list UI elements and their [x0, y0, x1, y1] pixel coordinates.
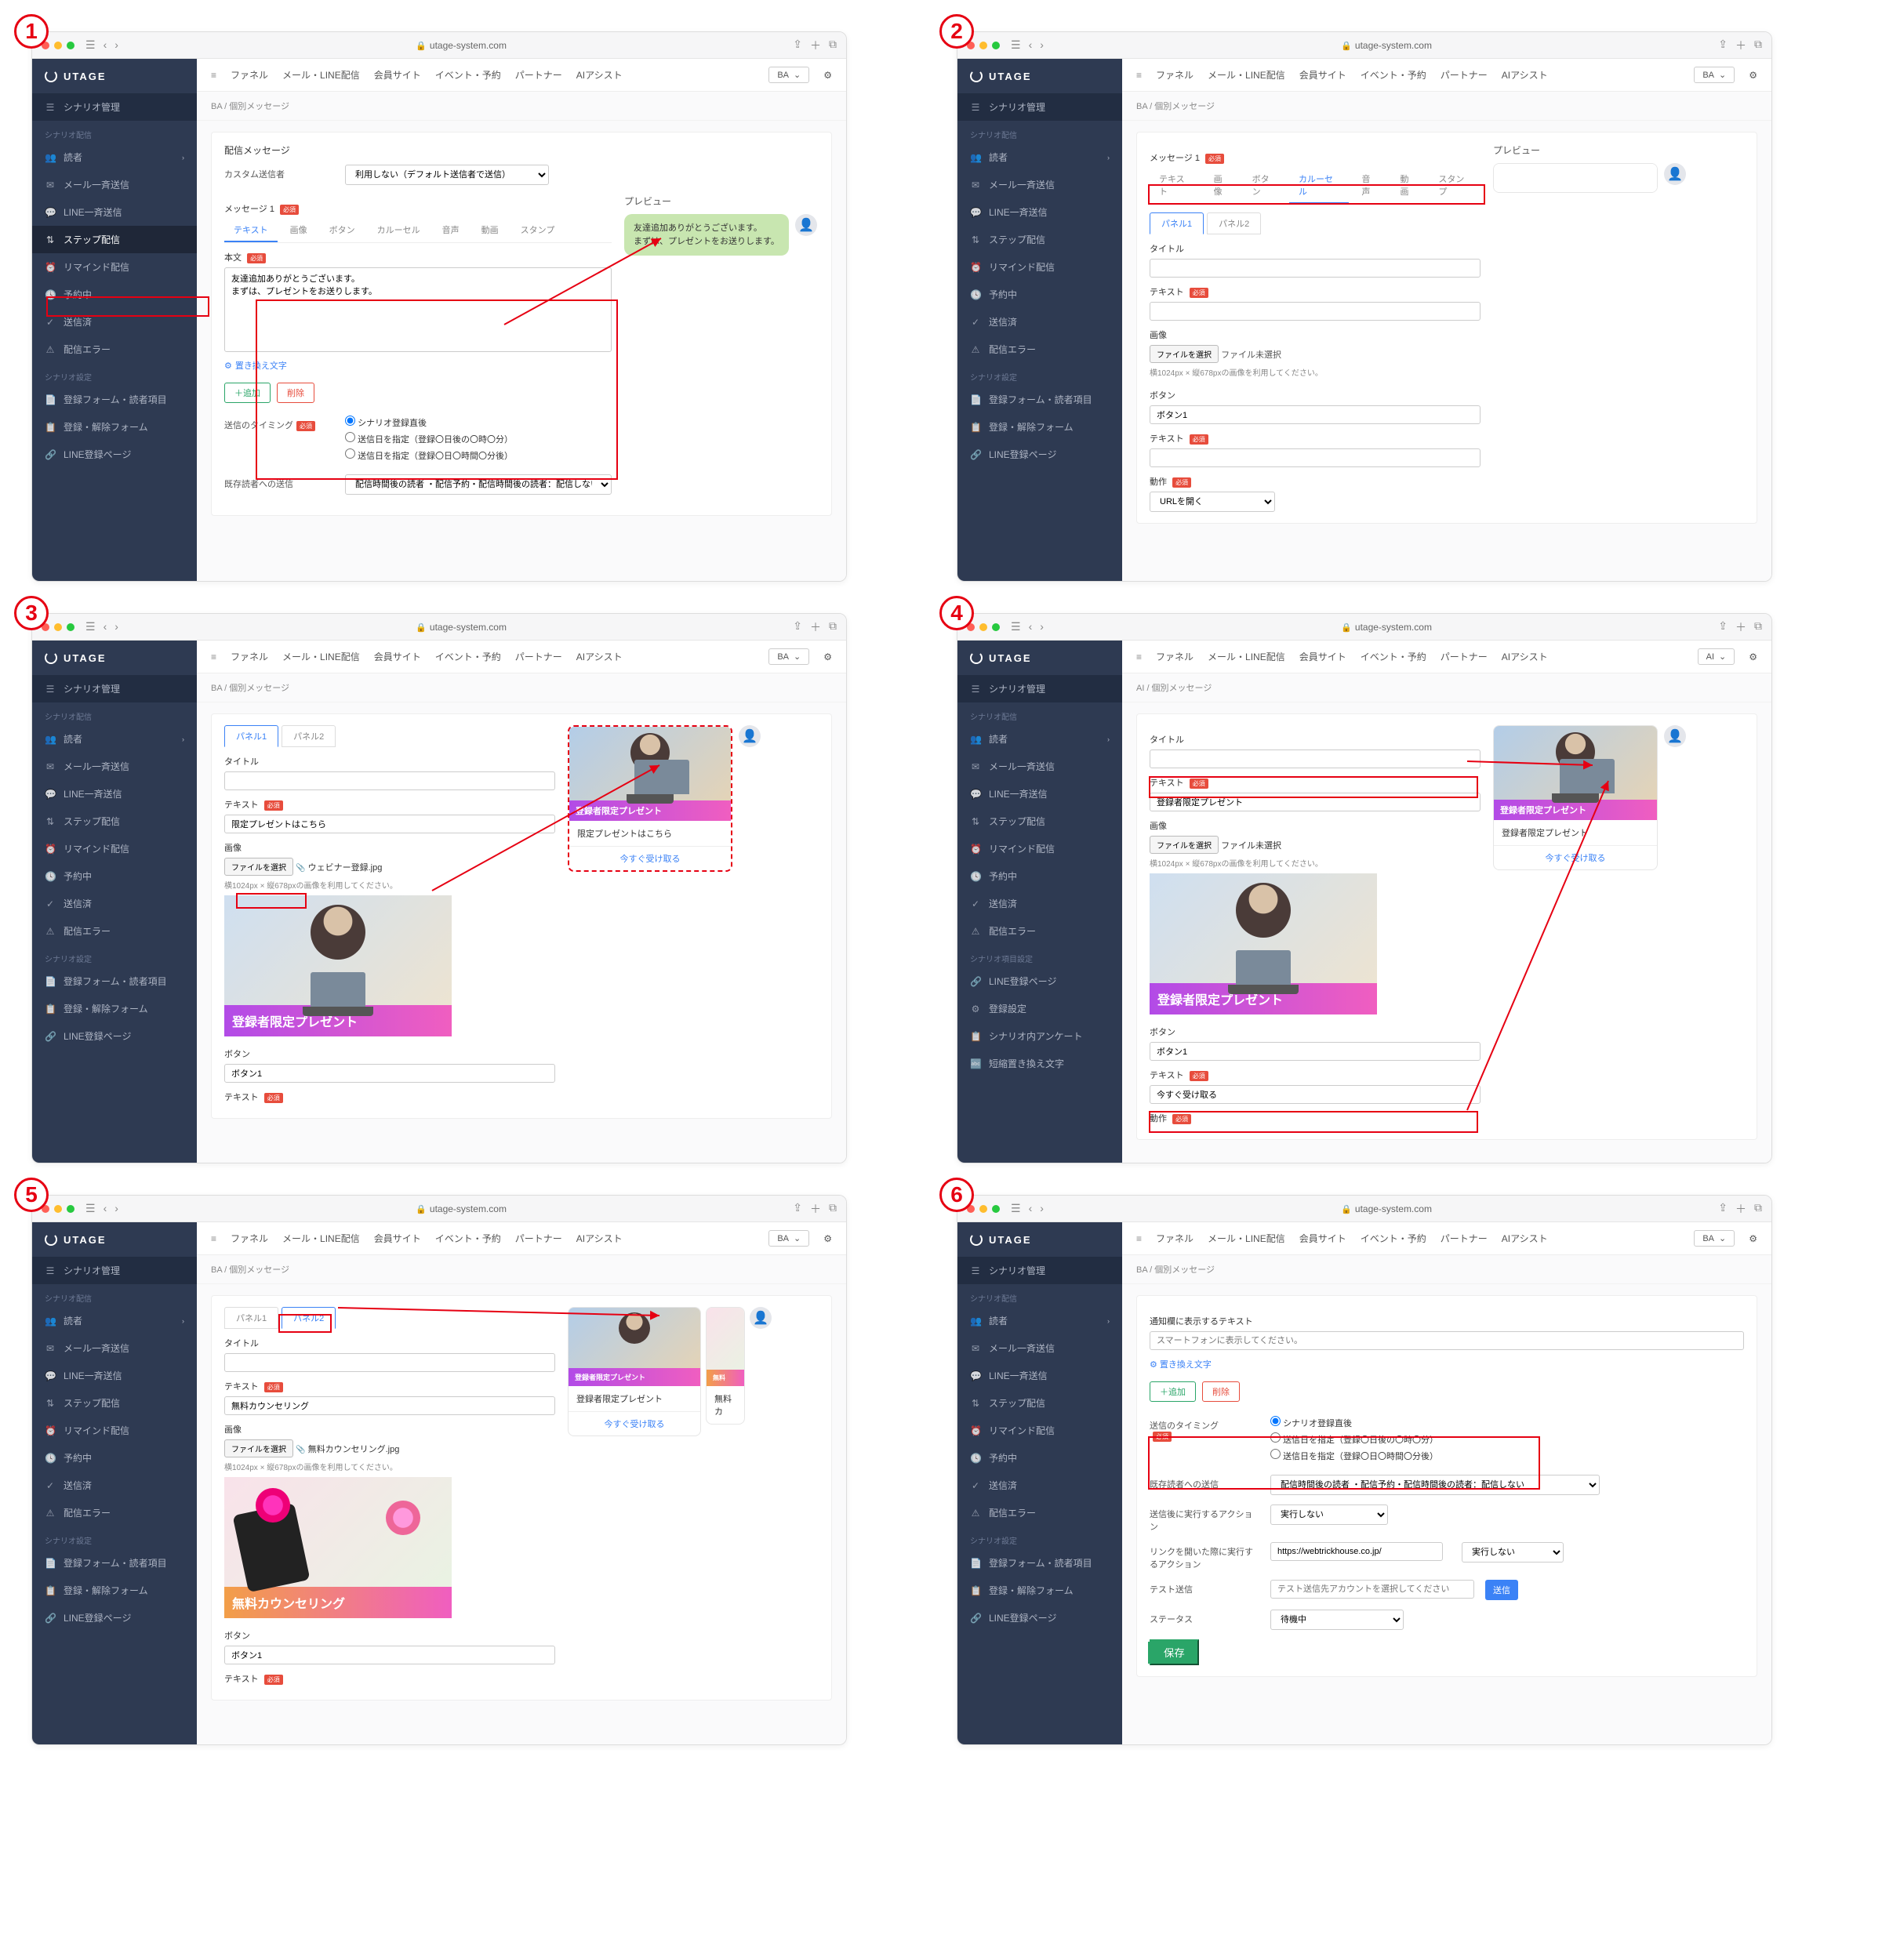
panel1-tab[interactable]: パネル1	[224, 1307, 278, 1329]
existing-select[interactable]: 配信時間後の読者 ・配信予約・配信時間後の読者：配信しない	[345, 474, 612, 495]
tab-carousel[interactable]: カルーセル	[1289, 168, 1349, 204]
btn-text-input[interactable]	[1150, 1085, 1481, 1104]
link-url[interactable]	[1270, 1542, 1443, 1561]
add-button[interactable]: ＋追加	[224, 383, 271, 403]
btn-text-input[interactable]	[1150, 448, 1481, 467]
file-choose[interactable]: ファイルを選択	[224, 858, 293, 876]
delete-button[interactable]: 削除	[277, 383, 314, 403]
nav-mail-line[interactable]: メール・LINE配信	[282, 68, 360, 82]
save-button[interactable]: 保存	[1150, 1639, 1199, 1665]
chevron-down-icon: ⌄	[794, 70, 801, 80]
url-bar[interactable]: 🔒utage-system.com	[129, 40, 793, 51]
lock-icon: 🔒	[416, 42, 427, 51]
tab-stamp[interactable]: スタンプ	[511, 219, 565, 242]
sidebar: UTAGE ☰シナリオ管理 シナリオ配信 👥読者› ✉メール一斉送信 💬LINE…	[32, 59, 197, 581]
new-tab-icon[interactable]: ＋	[810, 38, 821, 53]
tab-video[interactable]: 動画	[1390, 168, 1426, 204]
section-title: 配信メッセージ	[224, 143, 819, 157]
settings-icon[interactable]: ⚙	[823, 70, 832, 81]
uploaded-image: 登録者限定プレゼント	[224, 895, 452, 1036]
button1-input[interactable]	[1150, 405, 1481, 424]
tab-text[interactable]: テキスト	[224, 219, 278, 242]
add-button[interactable]: ＋追加	[1150, 1381, 1196, 1402]
nav-partner[interactable]: パートナー	[515, 68, 562, 82]
tab-button[interactable]: ボタン	[1243, 168, 1286, 204]
browser-window: ☰‹› 🔒utage-system.com ⇪＋⧉ UTAGE ☰シナリオ管理 …	[957, 31, 1772, 582]
share-icon[interactable]: ⇪	[793, 38, 802, 53]
nav-ai[interactable]: AIアシスト	[576, 68, 623, 82]
text-input[interactable]	[224, 815, 555, 833]
preview-card	[1493, 163, 1658, 193]
panel2-tab[interactable]: パネル2	[1207, 212, 1261, 234]
action-select[interactable]: URLを開く	[1150, 492, 1275, 512]
breadcrumb: BA / 個別メッセージ	[197, 92, 846, 121]
panel2-tab[interactable]: パネル2	[282, 1307, 336, 1329]
panel1-tab[interactable]: パネル1	[1150, 212, 1204, 234]
account-select[interactable]: BA ⌄	[768, 67, 809, 83]
timing-r1[interactable]	[345, 416, 355, 426]
tab-image[interactable]: 画像	[1204, 168, 1240, 204]
sidebar-mail-bulk[interactable]: ✉メール一斉送信	[32, 171, 197, 198]
status-select[interactable]: 待機中	[1270, 1610, 1404, 1630]
tab-audio[interactable]: 音声	[433, 219, 469, 242]
tab-audio[interactable]: 音声	[1352, 168, 1387, 204]
sidebar-remind[interactable]: ⏰リマインド配信	[32, 253, 197, 281]
sidebar-line-reg[interactable]: 🔗LINE登録ページ	[32, 441, 197, 468]
tab-text[interactable]: テキスト	[1150, 168, 1201, 204]
timing-r2[interactable]	[345, 432, 355, 442]
body-textarea[interactable]: 友達追加ありがとうございます。 まずは、プレゼントをお送りします。	[224, 267, 612, 352]
tab-carousel[interactable]: カルーセル	[368, 219, 430, 242]
preview-title: プレビュー	[624, 194, 819, 208]
avatar-icon: 👤	[795, 214, 817, 236]
logo: UTAGE	[32, 59, 197, 93]
tabs-icon[interactable]: ⧉	[829, 38, 837, 53]
uploaded-image: 無料カウンセリング	[224, 1477, 452, 1618]
tab-image[interactable]: 画像	[281, 219, 317, 242]
title-input[interactable]	[224, 771, 555, 790]
preview-bubble: 友達追加ありがとうございます。 まずは、プレゼントをお送りします。	[624, 214, 789, 256]
nav-funnel[interactable]: ファネル	[231, 68, 268, 82]
nav-members[interactable]: 会員サイト	[374, 68, 421, 82]
label-custom-sender: カスタム送信者	[224, 165, 334, 180]
title-input[interactable]	[1150, 259, 1481, 278]
timing-radios: シナリオ登録直後 送信日を指定（登録〇日後の〇時〇分） 送信日を指定（登録〇日〇…	[345, 416, 513, 465]
timing-r3[interactable]	[345, 448, 355, 459]
preview-card-1: 登録者限定プレゼント 登録者限定プレゼント 今すぐ受け取る	[568, 1307, 701, 1436]
existing-select[interactable]: 配信時間後の読者 ・配信予約・配信時間後の読者：配信しない	[1270, 1475, 1600, 1495]
msg-type-tabs: テキスト 画像 ボタン カルーセル 音声 動画 スタンプ	[224, 219, 612, 243]
sidebar-step[interactable]: ⇅ステップ配信	[32, 226, 197, 253]
notify-input[interactable]	[1150, 1331, 1744, 1350]
custom-sender-select[interactable]: 利用しない（デフォルト送信者で送信）	[345, 165, 549, 185]
tab-video[interactable]: 動画	[472, 219, 508, 242]
nav-events[interactable]: イベント・予約	[435, 68, 501, 82]
link-action-select[interactable]: 実行しない	[1462, 1542, 1564, 1563]
browser-window: ☰ ‹ › 🔒utage-system.com ⇪ ＋ ⧉ UTAGE ☰シナリオ管理 …	[31, 31, 847, 582]
sidebar-scheduled[interactable]: 🕓予約中	[32, 281, 197, 308]
sidebar-form[interactable]: 📄登録フォーム・読者項目	[32, 386, 197, 413]
nav-fwd-icon[interactable]: ›	[114, 38, 118, 52]
text-input[interactable]	[1150, 302, 1481, 321]
sidebar-readers[interactable]: 👥読者›	[32, 143, 197, 171]
sidebar-toggle-icon[interactable]: ☰	[85, 38, 96, 52]
after-action-select[interactable]: 実行しない	[1270, 1504, 1388, 1525]
replace-text-link[interactable]: ⚙置き換え文字	[224, 361, 287, 371]
menu-icon[interactable]: ≡	[211, 70, 216, 81]
preview-card: 登録者限定プレゼント 限定プレゼントはこちら 今すぐ受け取る	[568, 725, 732, 872]
file-choose[interactable]: ファイルを選択	[1150, 345, 1219, 363]
sidebar-unsub[interactable]: 📋登録・解除フォーム	[32, 413, 197, 441]
delete-button[interactable]: 削除	[1202, 1381, 1240, 1402]
top-nav: ≡ ファネル メール・LINE配信 会員サイト イベント・予約 パートナー AI…	[197, 59, 846, 92]
nav-back-icon[interactable]: ‹	[104, 38, 107, 52]
sidebar-scenario-mgmt[interactable]: ☰シナリオ管理	[32, 93, 197, 121]
sidebar-line-bulk[interactable]: 💬LINE一斉送信	[32, 198, 197, 226]
sidebar-error[interactable]: ⚠配信エラー	[32, 336, 197, 363]
text-input[interactable]	[1150, 793, 1481, 811]
send-button[interactable]: 送信	[1485, 1580, 1518, 1600]
tab-button[interactable]: ボタン	[320, 219, 365, 242]
preview-card-2: 無料 無料カ	[706, 1307, 745, 1425]
tab-stamp[interactable]: スタンプ	[1429, 168, 1481, 204]
preview-card: 登録者限定プレゼント 登録者限定プレゼント 今すぐ受け取る	[1493, 725, 1658, 870]
test-account[interactable]	[1270, 1580, 1474, 1599]
sidebar-sent[interactable]: ✓送信済	[32, 308, 197, 336]
